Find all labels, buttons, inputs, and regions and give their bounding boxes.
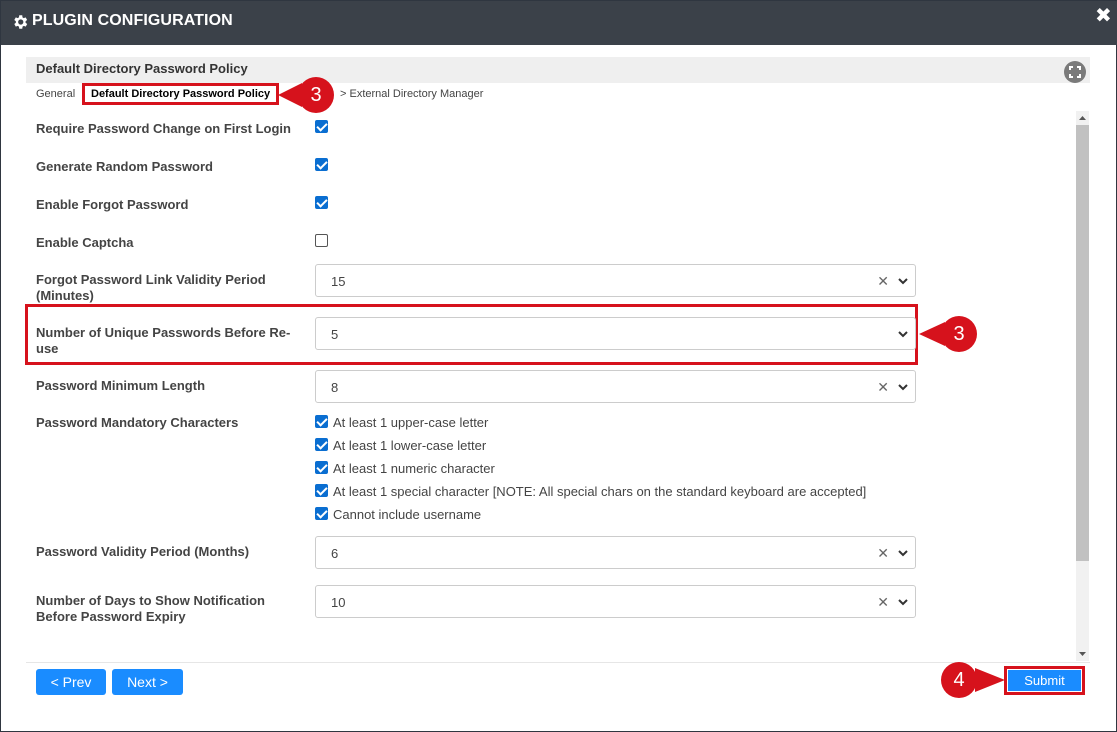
notification-days-value: 10 [331,595,346,610]
enable-captcha-label: Enable Captcha [36,235,134,250]
clear-icon[interactable]: ✕ [877,379,889,396]
callout-pointer [975,668,1005,692]
close-icon[interactable]: ✖ [1095,3,1115,27]
enable-forgot-password-label: Enable Forgot Password [36,197,189,212]
fullscreen-icon [1069,66,1081,78]
callout-unique-passwords: 3 [919,316,985,352]
clear-icon[interactable]: ✕ [877,594,889,611]
require-password-change-checkbox[interactable] [315,120,328,133]
breadcrumb-item-general[interactable]: General [36,88,75,100]
callout-number: 4 [941,662,977,698]
forgot-link-validity-label: Forgot Password Link Validity Period (Mi… [36,272,266,304]
unique-passwords-label: Number of Unique Passwords Before Re- us… [36,325,290,357]
require-password-change-label: Require Password Change on First Login [36,121,291,136]
chevron-down-icon [898,331,908,338]
min-length-label: Password Minimum Length [36,378,206,393]
next-button[interactable]: Next > [112,669,183,695]
mandatory-chars-label: Password Mandatory Characters [36,415,239,430]
generate-random-password-label: Generate Random Password [36,159,213,174]
min-length-select[interactable]: 8 ✕ [315,370,916,403]
numeric-label: At least 1 numeric character [333,461,495,476]
validity-period-select[interactable]: 6 ✕ [315,536,916,569]
gear-icon [14,15,28,29]
upper-case-label: At least 1 upper-case letter [333,415,489,430]
forgot-link-validity-value: 15 [331,274,346,289]
breadcrumb-item-active[interactable]: Default Directory Password Policy [82,83,280,105]
dialog-titlebar: PLUGIN CONFIGURATION ✖ [1,1,1117,45]
enable-forgot-password-checkbox[interactable] [315,196,328,209]
upper-case-checkbox[interactable] [315,415,328,428]
notification-days-select[interactable]: 10 ✕ [315,585,916,618]
prev-button[interactable]: < Prev [36,669,106,695]
numeric-checkbox[interactable] [315,461,328,474]
lower-case-label: At least 1 lower-case letter [333,438,487,453]
no-username-label: Cannot include username [333,507,482,522]
validity-period-label: Password Validity Period (Months) [36,544,250,559]
chevron-down-icon [898,550,908,557]
scroll-down-icon[interactable] [1076,647,1089,661]
unique-passwords-label-line2: use [36,341,59,356]
section-title: Default Directory Password Policy [36,61,248,76]
notification-days-label-line1: Number of Days to Show Notification [36,593,265,608]
section-header: Default Directory Password Policy [26,57,1090,83]
submit-highlight: Submit [1004,666,1085,695]
forgot-link-validity-label-line1: Forgot Password Link Validity Period [36,272,266,287]
callout-number: 3 [941,316,977,352]
chevron-down-icon [898,384,908,391]
expand-icon[interactable] [1064,61,1086,83]
min-length-value: 8 [331,380,339,395]
special-char-checkbox[interactable] [315,484,328,497]
dialog-title: PLUGIN CONFIGURATION [32,12,233,29]
notification-days-label: Number of Days to Show Notification Befo… [36,593,265,625]
chevron-down-icon [898,599,908,606]
callout-breadcrumb: 3 [278,77,338,113]
clear-icon[interactable]: ✕ [877,545,889,562]
validity-period-value: 6 [331,546,339,561]
unique-passwords-value: 5 [331,327,339,342]
callout-submit: 4 [941,662,1005,698]
scroll-up-icon[interactable] [1076,111,1089,125]
footer-divider [26,662,1090,663]
unique-passwords-select[interactable]: 5 [315,317,916,350]
unique-passwords-label-line1: Number of Unique Passwords Before Re- [36,325,291,340]
forgot-link-validity-select[interactable]: 15 ✕ [315,264,916,297]
clear-icon[interactable]: ✕ [877,273,889,290]
scrollbar-thumb[interactable] [1076,125,1089,561]
no-username-checkbox[interactable] [315,507,328,520]
breadcrumb-item-external-directory-manager[interactable]: > External Directory Manager [340,88,483,100]
callout-number: 3 [298,77,334,113]
forgot-link-validity-label-line2: (Minutes) [36,288,94,303]
notification-days-label-line2: Before Password Expiry [36,609,186,624]
submit-button[interactable]: Submit [1008,670,1081,691]
plugin-configuration-dialog: PLUGIN CONFIGURATION ✖ Default Directory… [0,0,1117,732]
generate-random-password-checkbox[interactable] [315,158,328,171]
special-char-label: At least 1 special character [NOTE: All … [333,484,867,499]
lower-case-checkbox[interactable] [315,438,328,451]
enable-captcha-checkbox[interactable] [315,234,328,247]
chevron-down-icon [898,278,908,285]
